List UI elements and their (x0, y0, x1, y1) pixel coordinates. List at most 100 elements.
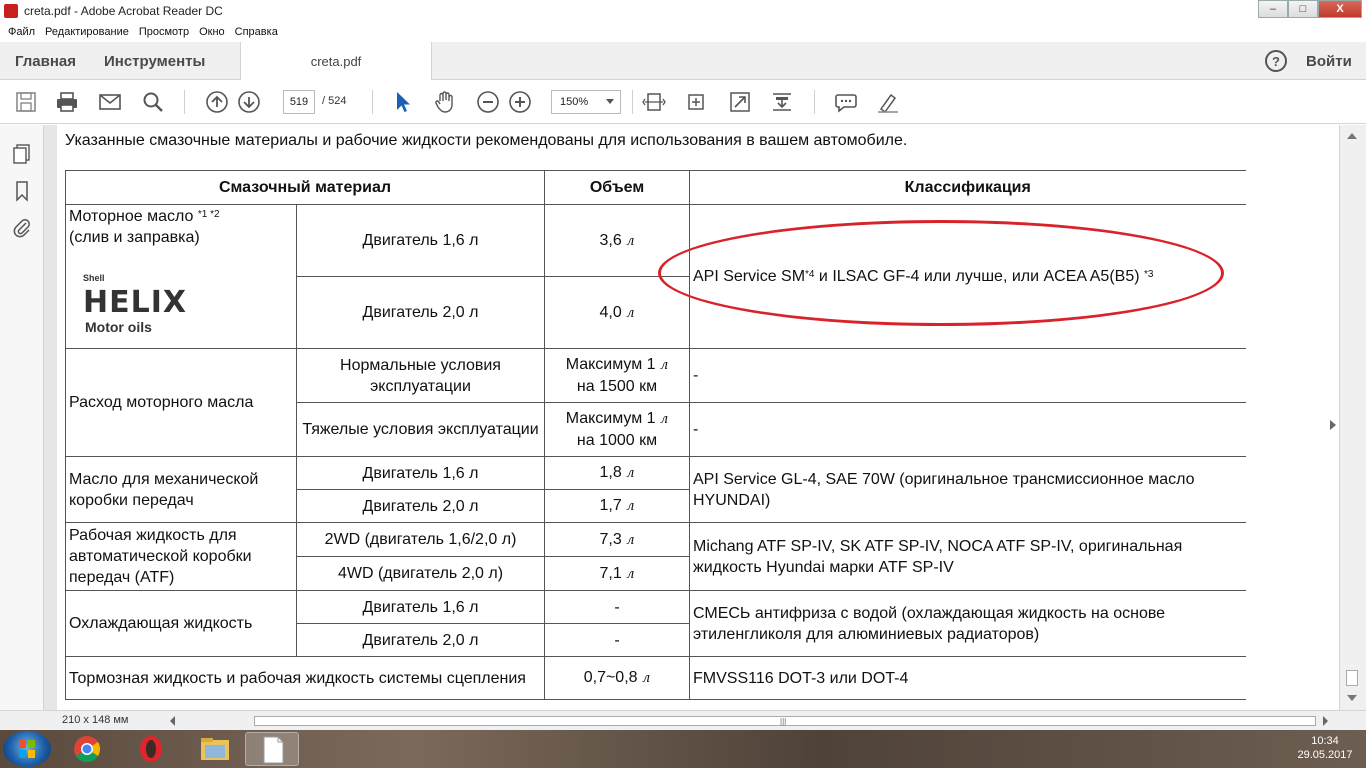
select-tool-icon[interactable] (391, 90, 415, 114)
spec-cell: Двигатель 1,6 л (296, 204, 545, 277)
comment-icon[interactable] (834, 90, 858, 114)
chevron-down-icon (606, 99, 614, 104)
opera-icon (140, 736, 162, 762)
chrome-icon (74, 736, 101, 763)
manual-class-cell: API Service GL-4, SAE 70W (оригинальное … (689, 456, 1246, 523)
hand-tool-icon[interactable] (433, 90, 457, 114)
zoom-in-icon[interactable] (508, 90, 532, 114)
next-page-icon[interactable] (237, 90, 261, 114)
engine-oil-cell: Моторное масло *1 *2 (слив и заправка) S… (65, 204, 297, 349)
document-icon (263, 736, 284, 764)
tab-document[interactable]: creta.pdf (240, 42, 432, 80)
left-nav-panel (0, 125, 44, 710)
taskbar-chrome[interactable] (60, 732, 114, 766)
status-bar: 210 x 148 мм ||| (0, 710, 1366, 730)
spec-cell: Двигатель 1,6 л (296, 456, 545, 490)
print-icon[interactable] (55, 90, 79, 114)
clock-time: 10:34 (1311, 735, 1339, 747)
help-icon[interactable]: ? (1265, 50, 1287, 72)
clock-date: 29.05.2017 (1297, 749, 1353, 761)
windows-logo-icon (19, 740, 35, 758)
manual-label: Масло для механической коробки передач (65, 456, 297, 523)
volume-cell: 7,3 л (544, 522, 690, 557)
vertical-scrollbar[interactable] (1339, 125, 1366, 710)
header-classification: Классификация (689, 170, 1246, 205)
menu-view[interactable]: Просмотр (139, 26, 189, 38)
menu-window[interactable]: Окно (199, 26, 225, 38)
volume-cell: 7,1 л (544, 556, 690, 591)
table-row: Охлаждающая жидкость Двигатель 1,6 л - С… (65, 590, 1246, 657)
tab-home[interactable]: Главная (15, 53, 76, 70)
menu-file[interactable]: Файл (8, 26, 35, 38)
zoom-select[interactable]: 150% (551, 90, 621, 114)
volume-cell: Максимум 1 л на 1000 км (544, 402, 690, 457)
zoom-out-icon[interactable] (476, 90, 500, 114)
red-ellipse-annotation (658, 220, 1224, 326)
menu-help[interactable]: Справка (235, 26, 278, 38)
search-icon[interactable] (141, 90, 165, 114)
title-bar: creta.pdf - Adobe Acrobat Reader DC – □ … (0, 0, 1366, 22)
start-button[interactable] (3, 731, 51, 767)
previous-page-icon[interactable] (205, 90, 229, 114)
spec-cell: Двигатель 2,0 л (296, 489, 545, 523)
coolant-label: Охлаждающая жидкость (65, 590, 297, 657)
highlight-pen-icon[interactable] (876, 90, 900, 114)
spec-cell: 2WD (двигатель 1,6/2,0 л) (296, 522, 545, 557)
taskbar: 10:34 29.05.2017 (0, 730, 1366, 768)
volume-cell: 1,8 л (544, 456, 690, 490)
page-thumbnails-icon[interactable] (12, 143, 32, 165)
email-icon[interactable] (98, 90, 122, 114)
scroll-mode-icon[interactable] (770, 90, 794, 114)
rotate-view-icon[interactable] (684, 90, 708, 114)
engine-oil-label: Моторное масло (69, 208, 194, 225)
brake-class-cell: FMVSS116 DOT-3 или DOT-4 (689, 656, 1246, 700)
engine-oil-sup: *1 *2 (197, 209, 220, 220)
taskbar-acrobat[interactable] (245, 732, 299, 766)
fit-page-icon[interactable] (642, 90, 666, 114)
volume-cell: 0,7~0,8 л (544, 656, 690, 700)
menu-edit[interactable]: Редактирование (45, 26, 129, 38)
volume-cell: - (544, 623, 690, 657)
minimize-button[interactable]: – (1258, 0, 1288, 18)
login-button[interactable]: Войти (1306, 53, 1352, 70)
clock[interactable]: 10:34 29.05.2017 (1290, 734, 1360, 762)
volume-cell: 1,7 л (544, 489, 690, 523)
header-volume: Объем (544, 170, 690, 205)
scroll-right-icon[interactable] (1323, 716, 1328, 726)
table-row: Тормозная жидкость и рабочая жидкость си… (65, 656, 1246, 700)
header-lubricant: Смазочный материал (65, 170, 545, 205)
table-header-row: Смазочный материал Объем Классификация (65, 170, 1246, 205)
collapse-right-panel-icon[interactable] (1330, 420, 1336, 430)
spec-cell: Двигатель 1,6 л (296, 590, 545, 624)
consumption-label: Расход моторного масла (65, 348, 297, 457)
save-icon[interactable] (14, 90, 38, 114)
tab-tools[interactable]: Инструменты (104, 53, 205, 70)
atf-label: Рабочая жидкость для автоматической коро… (65, 522, 297, 591)
scroll-left-icon[interactable] (170, 716, 175, 726)
horizontal-scrollbar[interactable]: ||| (168, 714, 1338, 728)
class-cell: - (689, 402, 1246, 457)
maximize-button[interactable]: □ (1288, 0, 1318, 18)
acrobat-app-icon (4, 4, 18, 18)
scroll-up-icon[interactable] (1347, 133, 1357, 139)
attachments-icon[interactable] (12, 217, 32, 239)
taskbar-explorer[interactable] (188, 732, 242, 766)
scroll-down-icon[interactable] (1347, 695, 1357, 701)
spec-cell: 4WD (двигатель 2,0 л) (296, 556, 545, 591)
toolbar (0, 80, 1366, 124)
bookmarks-icon[interactable] (12, 180, 32, 202)
table-row: Расход моторного масла Нормальные услови… (65, 348, 1246, 457)
page-total: / 524 (322, 95, 347, 107)
spec-cell: Нормальные условия эксплуатации (296, 348, 545, 403)
full-screen-icon[interactable] (728, 90, 752, 114)
window-title: creta.pdf - Adobe Acrobat Reader DC (24, 4, 223, 18)
close-button[interactable]: X (1318, 0, 1362, 18)
folder-icon (201, 738, 229, 760)
taskbar-opera[interactable] (124, 732, 178, 766)
scroll-thumb[interactable] (1346, 670, 1358, 686)
volume-cell: - (544, 590, 690, 624)
acrobat-window: creta.pdf - Adobe Acrobat Reader DC – □ … (0, 0, 1366, 768)
page-number-input[interactable]: 519 (283, 90, 315, 114)
scroll-grip[interactable]: ||| (780, 717, 786, 726)
page-size: 210 x 148 мм (62, 714, 129, 726)
